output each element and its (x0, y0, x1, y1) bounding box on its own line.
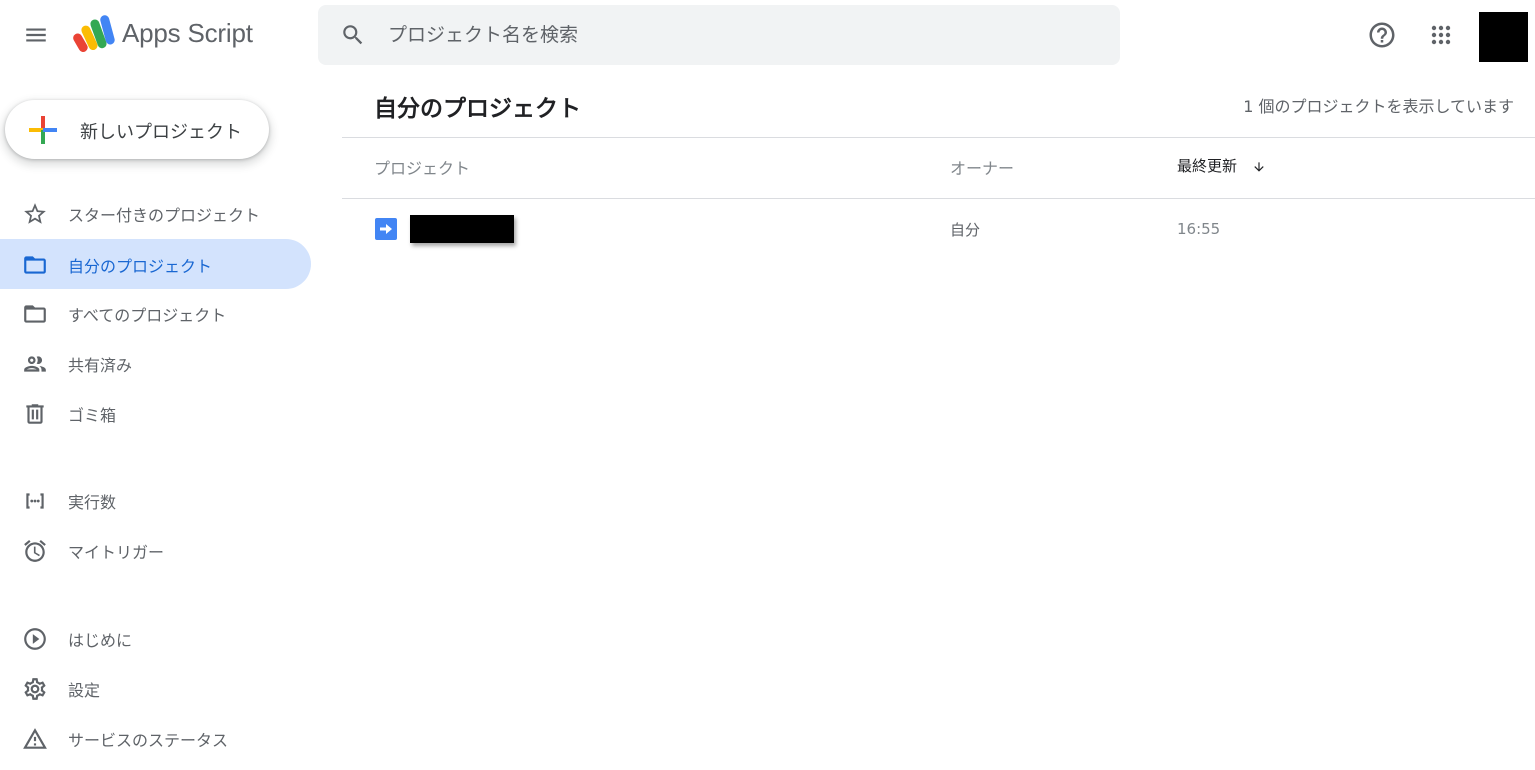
sidebar-item-executions[interactable]: 実行数 (0, 475, 311, 525)
new-project-button[interactable]: 新しいプロジェクト (5, 100, 269, 159)
sidebar-item-triggers[interactable]: マイトリガー (0, 525, 311, 575)
apps-script-logo-icon (73, 15, 115, 53)
trash-icon (26, 404, 44, 424)
sidebar-item-label: スター付きのプロジェクト (68, 206, 261, 225)
app-title[interactable]: Apps Script (122, 18, 253, 49)
sidebar-item-starred[interactable]: スター付きのプロジェクト (0, 188, 311, 238)
sidebar-item-trash[interactable]: ゴミ箱 (0, 388, 311, 438)
sidebar-item-service-status[interactable]: サービスのステータス (0, 713, 311, 763)
sidebar-item-getting-started[interactable]: はじめに (0, 613, 311, 663)
plus-icon (29, 116, 57, 144)
sidebar-item-shared[interactable]: 共有済み (0, 338, 311, 388)
column-header-owner[interactable]: オーナー (950, 155, 1014, 179)
help-icon (1369, 22, 1395, 48)
warning-icon (23, 728, 47, 749)
help-button[interactable] (1362, 15, 1402, 55)
gear-icon (24, 678, 46, 700)
sidebar-item-label: 設定 (68, 681, 101, 700)
sidebar-item-label: 実行数 (68, 493, 117, 512)
row-owner: 自分 (950, 221, 981, 239)
sidebar-item-all-projects[interactable]: すべてのプロジェクト (0, 288, 311, 338)
arrow-down-icon[interactable] (1252, 160, 1266, 174)
divider (342, 137, 1535, 138)
apps-script-logo[interactable] (72, 15, 116, 53)
sidebar-item-label: すべてのプロジェクト (68, 306, 227, 325)
account-avatar[interactable] (1479, 12, 1528, 62)
column-header-last-modified[interactable]: 最終更新 (1177, 155, 1237, 176)
google-apps-button[interactable] (1421, 15, 1461, 55)
people-icon (24, 356, 46, 372)
folder-icon (24, 305, 46, 323)
folder-icon (24, 256, 46, 274)
sidebar-item-label: ゴミ箱 (68, 406, 117, 425)
sidebar-item-my-projects[interactable]: 自分のプロジェクト (0, 239, 311, 289)
search-bar[interactable] (318, 5, 1120, 65)
sidebar-item-label: 自分のプロジェクト (68, 257, 213, 276)
top-app-bar: Apps Script (0, 0, 1535, 70)
hamburger-menu-icon (26, 28, 46, 42)
new-project-label: 新しいプロジェクト (80, 122, 242, 143)
executions-icon (26, 493, 44, 509)
sidebar-item-label: サービスのステータス (68, 731, 229, 750)
sidebar-item-label: はじめに (68, 631, 133, 650)
star-icon (24, 203, 46, 224)
sidebar-item-settings[interactable]: 設定 (0, 663, 311, 713)
apps-script-project-icon (375, 218, 397, 240)
sidebar-item-label: 共有済み (68, 356, 133, 375)
play-circle-icon (24, 628, 46, 650)
apps-grid-icon (1431, 25, 1451, 45)
page-title: 自分のプロジェクト (374, 96, 581, 122)
main-menu-button[interactable] (16, 15, 56, 55)
search-input[interactable] (388, 5, 1088, 65)
table-row[interactable]: 自分 16:55 (342, 199, 1535, 259)
search-icon[interactable] (340, 22, 366, 48)
sidebar-item-label: マイトリガー (68, 543, 165, 562)
project-name-redacted[interactable] (410, 215, 514, 243)
column-header-project[interactable]: プロジェクト (374, 155, 470, 179)
project-count: 1 個のプロジェクトを表示しています (1243, 97, 1514, 116)
row-last-modified: 16:55 (1177, 220, 1221, 238)
alarm-icon (24, 540, 46, 562)
